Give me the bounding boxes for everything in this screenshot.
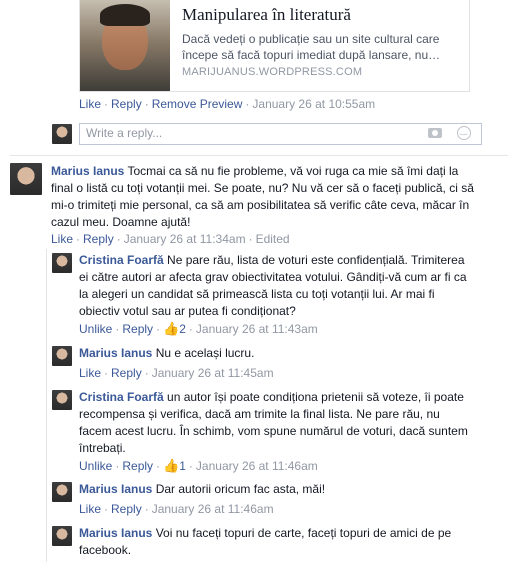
timestamp[interactable]: January 26 at 11:45am	[152, 366, 274, 380]
reply-author[interactable]: Cristina Foarfă	[79, 390, 164, 404]
like-count[interactable]: 2	[179, 322, 186, 336]
link-preview-domain: MARIJUANUS.WORDPRESS.COM	[182, 66, 363, 78]
reply-link[interactable]: Reply	[111, 97, 142, 111]
reply-author[interactable]: Cristina Foarfă	[79, 253, 164, 267]
like-link[interactable]: Like	[79, 502, 101, 516]
emoji-icon[interactable]	[457, 125, 471, 140]
reply: Cristina Foarfă Ne pare rău, lista de vo…	[79, 252, 474, 320]
reply-box[interactable]	[79, 123, 482, 145]
reply-actions: Like · Reply · January 26 at 11:45am	[79, 366, 274, 380]
link-preview-description: Dacă vedeți o publicație sau un site cul…	[182, 32, 441, 62]
reply-actions: Unlike · Reply · 👍1 · January 26 at 11:46am	[79, 458, 318, 473]
reply-author[interactable]: Marius Ianus	[79, 526, 152, 540]
like-link[interactable]: Like	[79, 97, 101, 111]
avatar[interactable]	[52, 482, 72, 502]
reply-actions: Like · Reply · January 26 at 11:46am	[79, 502, 274, 516]
thread-guide	[46, 249, 47, 562]
reply-author[interactable]: Marius Ianus	[79, 346, 152, 360]
reply-input[interactable]	[80, 124, 392, 142]
like-link[interactable]: Like	[79, 366, 101, 380]
comment: Marius Ianus Tocmai ca să nu fie problem…	[51, 163, 476, 231]
reply-link[interactable]: Reply	[111, 502, 142, 516]
reply-link[interactable]: Reply	[122, 459, 153, 473]
timestamp[interactable]: January 26 at 11:46am	[196, 459, 318, 473]
timestamp[interactable]: January 26 at 11:43am	[196, 322, 318, 336]
reply: Marius Ianus Voi nu faceți topuri de car…	[79, 525, 474, 559]
reply-author[interactable]: Marius Ianus	[79, 482, 152, 496]
timestamp[interactable]: January 26 at 10:55am	[252, 97, 375, 111]
avatar[interactable]	[52, 253, 72, 273]
reply-text: Dar autorii oricum fac asta, măi!	[155, 482, 326, 496]
timestamp[interactable]: January 26 at 11:46am	[152, 502, 274, 516]
reply-link[interactable]: Reply	[83, 232, 114, 246]
reply: Marius Ianus Dar autorii oricum fac asta…	[79, 481, 474, 498]
avatar[interactable]	[10, 163, 42, 195]
camera-icon[interactable]	[428, 128, 442, 138]
reply-link[interactable]: Reply	[122, 322, 153, 336]
link-preview-title[interactable]: Manipularea în literatură	[182, 5, 351, 25]
comment-actions: Like · Reply · January 26 at 11:34am · Edited	[51, 232, 290, 246]
comment-author[interactable]: Marius Ianus	[51, 164, 124, 178]
unlike-link[interactable]: Unlike	[79, 459, 112, 473]
reply: Cristina Foarfă un autor își poate condi…	[79, 389, 474, 457]
timestamp[interactable]: January 26 at 11:34am	[124, 232, 246, 246]
avatar[interactable]	[52, 390, 72, 410]
link-preview-thumbnail[interactable]	[80, 0, 170, 91]
reply-link[interactable]: Reply	[111, 366, 142, 380]
like-link[interactable]: Like	[51, 232, 73, 246]
unlike-link[interactable]: Unlike	[79, 322, 112, 336]
avatar[interactable]	[52, 346, 72, 366]
thumbs-up-icon[interactable]: 👍	[163, 321, 179, 336]
portrait-hair	[100, 4, 150, 26]
edited-label[interactable]: Edited	[256, 232, 290, 246]
avatar[interactable]	[52, 124, 72, 144]
divider	[10, 155, 508, 156]
thumbs-up-icon[interactable]: 👍	[163, 458, 179, 473]
link-preview-card[interactable]: Manipularea în literatură Dacă vedeți o …	[79, 0, 470, 92]
avatar[interactable]	[52, 526, 72, 546]
reply-text: Nu e același lucru.	[155, 346, 255, 360]
reply: Marius Ianus Nu e același lucru.	[79, 345, 474, 362]
remove-preview-link[interactable]: Remove Preview	[152, 97, 243, 111]
reply-actions: Unlike · Reply · 👍2 · January 26 at 11:43am	[79, 321, 318, 336]
like-count[interactable]: 1	[179, 459, 186, 473]
preview-actions: Like · Reply · Remove Preview · January 26 at …	[79, 97, 376, 111]
